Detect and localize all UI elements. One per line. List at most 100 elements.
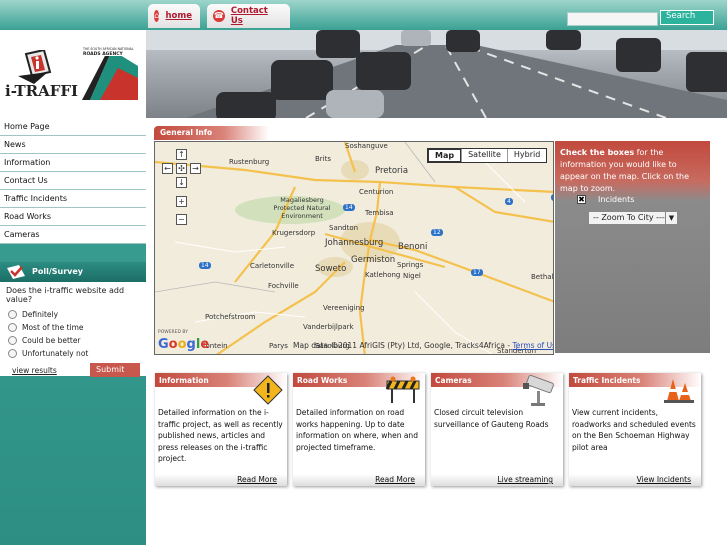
- nav-contact-tab[interactable]: ☎ Contact Us: [207, 4, 290, 28]
- map-place-label: Parys: [269, 342, 288, 350]
- view-incidents-link[interactable]: View Incidents: [637, 475, 691, 484]
- pan-up-button[interactable]: ↑: [176, 149, 187, 160]
- poll-title: Poll/Survey: [32, 267, 84, 276]
- map-place-label: Vanderbijlpark: [303, 323, 354, 331]
- sidebar-item-cameras[interactable]: Cameras: [0, 226, 146, 244]
- map-place-label: Vereeniging: [323, 304, 365, 312]
- pan-right-button[interactable]: →: [190, 163, 201, 174]
- map-place-label: Bethal: [531, 273, 554, 281]
- read-more-link[interactable]: Read More: [375, 475, 415, 484]
- sidebar-item-contact-us[interactable]: Contact Us: [0, 172, 146, 190]
- pan-down-button[interactable]: ↓: [176, 177, 187, 188]
- radio-button[interactable]: [8, 349, 17, 358]
- map-place-label: Potchefstroom: [205, 313, 256, 321]
- logo-panel: i-TRAFFIC THE SOUTH AFRICAN NATIONAL ROA…: [0, 30, 146, 118]
- poll-option[interactable]: Could be better: [0, 334, 146, 347]
- road-barrier-icon: [385, 376, 420, 403]
- chevron-down-icon: ▼: [665, 212, 677, 224]
- sidebar-item-home-page[interactable]: Home Page: [0, 118, 146, 136]
- read-more-link[interactable]: Read More: [237, 475, 277, 484]
- map-place-label: Nigel: [403, 272, 421, 280]
- svg-text:ROADS AGENCY: ROADS AGENCY: [83, 51, 124, 57]
- map-place-label: Germiston: [351, 255, 396, 265]
- map-type-satellite-button[interactable]: Satellite: [461, 149, 507, 162]
- incidents-filter[interactable]: ✖ Incidents: [577, 195, 634, 204]
- map-type-hybrid-button[interactable]: Hybrid: [506, 149, 546, 162]
- map-copyright-text: Map data ©2011 AfriGIS (Pty) Ltd, Google…: [293, 341, 511, 350]
- poll-option[interactable]: Definitely: [0, 308, 146, 321]
- traffic-cones-icon: [664, 379, 694, 403]
- incidents-label: Incidents: [598, 195, 635, 204]
- map-filter-instructions: Check the boxes for the information you …: [555, 141, 710, 201]
- sidebar-item-information[interactable]: Information: [0, 154, 146, 172]
- poll-option[interactable]: Unfortunately not: [0, 347, 146, 360]
- nav-contact-link[interactable]: Contact Us: [231, 6, 282, 26]
- incidents-checkbox[interactable]: ✖: [577, 195, 586, 204]
- radio-button[interactable]: [8, 310, 17, 319]
- nav-home-link[interactable]: home: [165, 11, 192, 21]
- map-type-map-button[interactable]: Map: [428, 149, 462, 162]
- zoom-out-button[interactable]: −: [176, 214, 187, 225]
- info-card-cameras: Cameras Closed circuit television survei…: [431, 373, 563, 486]
- powered-by-label: POWERED BY: [158, 330, 189, 335]
- svg-text:THE SOUTH AFRICAN NATIONAL: THE SOUTH AFRICAN NATIONAL: [82, 47, 134, 51]
- sidebar-item-road-works[interactable]: Road Works: [0, 208, 146, 226]
- live-streaming-link[interactable]: Live streaming: [497, 475, 553, 484]
- google-map[interactable]: Soshanguve Rustenburg Brits Pretoria Cen…: [154, 141, 554, 355]
- map-filter-panel: Check the boxes for the information you …: [555, 141, 710, 353]
- poll-option-label: Most of the time: [22, 323, 84, 332]
- search-input[interactable]: [567, 12, 658, 26]
- map-place-label: Soweto: [315, 264, 347, 274]
- poll-option-label: Could be better: [22, 336, 81, 345]
- zoom-to-city-select[interactable]: -- Zoom To City --- ▼: [588, 211, 678, 225]
- map-place-label: Sandton: [329, 224, 359, 232]
- poll-submit-button[interactable]: Submit: [90, 363, 140, 377]
- view-results-link[interactable]: view results: [12, 366, 57, 375]
- map-place-label: Carletonville: [250, 262, 295, 270]
- poll-question: Does the i-traffic website add value?: [6, 286, 125, 304]
- map-place-label: Fochville: [268, 282, 299, 290]
- map-place-label: Springs: [397, 261, 424, 269]
- route-shield: 4: [551, 194, 553, 201]
- poll-option[interactable]: Most of the time: [0, 321, 146, 334]
- map-roads: [155, 142, 553, 354]
- itraffic-logo: [18, 50, 52, 84]
- sidebar-item-traffic-incidents[interactable]: Traffic Incidents: [0, 190, 146, 208]
- top-bar: ⌂ home ☎ Contact Us Search: [0, 0, 727, 30]
- pan-center-button[interactable]: ✣: [176, 163, 187, 174]
- warning-sign-icon: [253, 375, 283, 405]
- traffic-photo-graphic: [146, 30, 727, 118]
- google-logo: Google: [158, 337, 210, 352]
- nav-home-tab[interactable]: ⌂ home: [148, 4, 200, 28]
- map-copyright: Map data ©2011 AfriGIS (Pty) Ltd, Google…: [293, 341, 553, 350]
- map-place-label: Magaliesberg Protected Natural Environme…: [273, 196, 331, 220]
- sidebar-item-news[interactable]: News: [0, 136, 146, 154]
- route-shield: 14: [343, 204, 355, 211]
- pan-left-button[interactable]: ←: [162, 163, 173, 174]
- header-traffic-photo: [146, 30, 727, 118]
- info-card-traffic-incidents: Traffic Incidents View current incidents…: [569, 373, 701, 486]
- route-shield: 12: [431, 229, 443, 236]
- phone-icon: ☎: [213, 10, 225, 22]
- general-info-tab: General Info: [154, 126, 269, 140]
- route-shield: 17: [471, 269, 483, 276]
- zoom-in-button[interactable]: +: [176, 196, 187, 207]
- poll-option-label: Unfortunately not: [22, 349, 89, 358]
- radio-button[interactable]: [8, 323, 17, 332]
- map-place-label: Pretoria: [375, 166, 409, 176]
- search-button[interactable]: Search: [660, 10, 714, 25]
- map-place-label: Brits: [315, 155, 332, 163]
- poll-panel: Poll/Survey Does the i-traffic website a…: [0, 262, 146, 377]
- route-shield: 4: [505, 198, 513, 205]
- info-card-information: Information Detailed information on the …: [155, 373, 287, 486]
- route-shield: 14: [199, 262, 211, 269]
- map-place-label: Centurion: [359, 188, 394, 196]
- sidebar-nav: Home Page News Information Contact Us Tr…: [0, 118, 146, 244]
- map-place-label: Tembisa: [365, 209, 394, 217]
- map-type-control: Map Satellite Hybrid: [427, 148, 548, 163]
- zoom-to-city-value: -- Zoom To City ---: [593, 213, 665, 222]
- terms-of-use-link[interactable]: Terms of Use: [512, 341, 553, 350]
- sanral-logo: THE SOUTH AFRICAN NATIONAL ROADS AGENCY: [78, 44, 142, 104]
- radio-button[interactable]: [8, 336, 17, 345]
- poll-footer: view results Submit: [0, 360, 146, 377]
